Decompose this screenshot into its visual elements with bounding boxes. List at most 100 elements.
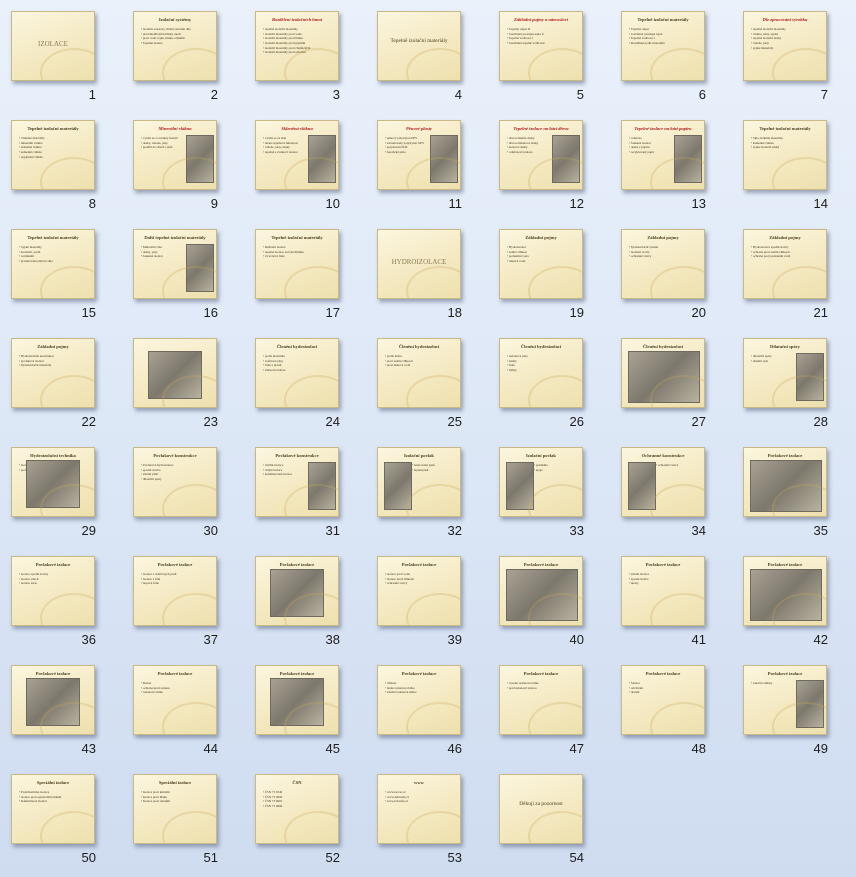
slide-thumbnail[interactable]: Dle zpracování výrobku tepelné izolační m…: [743, 11, 827, 81]
slide-bullets: dilatační spárytěsnění spár: [751, 354, 794, 363]
slide-thumbnail[interactable]: Tepelně izolační materiály Sklo-vláknité …: [743, 120, 827, 190]
slide-number: 14: [813, 196, 828, 211]
slide-thumbnail[interactable]: Povlakové izolace: [11, 665, 95, 735]
slide-thumbnail[interactable]: ČSN ČSN 73 0540ČSN 73 0600ČSN 73 0601ČSN …: [255, 774, 339, 844]
slide-picture: [384, 462, 412, 510]
slide-thumbnail[interactable]: Tepelně izolační materiály Reflexní izola…: [255, 229, 339, 299]
slide-bullet: recyklovaný papír: [629, 150, 672, 155]
slide-thumbnail[interactable]: Povlakové izolace vysoké radonové rizikop…: [499, 665, 583, 735]
slide-thumbnail[interactable]: Povlakové izolace Sanaceodvětránídrenáž: [621, 665, 705, 735]
slide-thumbnail[interactable]: Tepelně izolační materiály Sypké materiál…: [11, 229, 95, 299]
slide-bullet: střední radonové riziko: [385, 690, 455, 695]
slide-picture: [308, 135, 336, 183]
slide-thumbnail[interactable]: Děkuji za pozornost: [499, 774, 583, 844]
slide-thumbnail[interactable]: Tepelné izolace na bázi dřeva dřevovlákni…: [499, 120, 583, 190]
slide-thumbnail[interactable]: Členění hydroizolací Asfaltové pásynátěry…: [499, 338, 583, 408]
slide-thumbnail[interactable]: Povlakové konstrukce vnitřní izolacevnějš…: [255, 447, 339, 517]
slide-thumbnail[interactable]: Členění hydroizolací podle účeluproti zem…: [377, 338, 461, 408]
slide-title: Základní pojmy: [769, 235, 801, 240]
slide-thumbnail[interactable]: HYDROIZOLACE: [377, 229, 461, 299]
slide-thumbnail[interactable]: Základní pojmy Hydroizolační konstrukcepo…: [11, 338, 95, 408]
slide-number: 50: [81, 850, 96, 865]
slide-bullets: střešní izolacespodní stavbamosty: [629, 572, 699, 586]
slide-bullets: vysoké radonové rizikoprotiradonová izol…: [507, 681, 577, 690]
slide-number: 39: [447, 632, 462, 647]
slide-bullets: Tepelný odporsoučinitel prostupu teplaTe…: [629, 27, 699, 46]
slide-number: 16: [203, 305, 218, 320]
slide-thumbnail[interactable]: Tepelně izolační materiály Tepelný odpors…: [621, 11, 705, 81]
slide-title: HYDROIZOLACE: [391, 258, 447, 266]
slide-title: Členění hydroizolací: [642, 344, 684, 349]
slide-bullet: Rozdělení podle materiálu: [629, 41, 699, 46]
slide-bullets: Minerální vlnadesky, pásyfoukané izolace: [141, 245, 184, 259]
slide-thumbnail[interactable]: Další tepelné izolační materiály Mineráln…: [133, 229, 217, 299]
slide-cell: Izolační povlak natavování pásůlepení pás…: [366, 436, 474, 544]
slide-number: 29: [81, 523, 96, 538]
slide-thumbnail[interactable]: Ochranné konstrukce ochranná vrstva: [621, 447, 705, 517]
slide-number: 24: [325, 414, 340, 429]
slide-title: Speciální izolace: [36, 780, 70, 785]
slide-thumbnail[interactable]: Pěnové plasty pěnový polystyren EPSextrud…: [377, 120, 461, 190]
slide-thumbnail[interactable]: Povlakové izolace vlhkostnízké radonové r…: [377, 665, 461, 735]
slide-cell: Dilatační spáry dilatační spárytěsnění sp…: [732, 327, 840, 435]
slide-thumbnail[interactable]: Rozdělení izolačních hmot tepelně izolačn…: [255, 11, 339, 81]
slide-thumbnail[interactable]: Hydroizolační technikaizolacepodlahy: [11, 447, 95, 517]
slide-thumbnail[interactable]: Povlakové izolace izolace z asfaltových p…: [133, 556, 217, 626]
slide-number: 4: [454, 87, 462, 102]
slide-number: 30: [203, 523, 218, 538]
slide-cell: Rozdělení izolačních hmot tepelně izolačn…: [244, 0, 352, 108]
slide-thumbnail[interactable]: Speciální izolace Izolace proti kmitáníIz…: [133, 774, 217, 844]
slide-bullets: vyrábí se z taveniny hornindesky, rohože…: [141, 136, 184, 150]
slide-thumbnail[interactable]: Povlakové izolace: [743, 556, 827, 626]
slide-number: 27: [691, 414, 706, 429]
slide-cell: Minerální vlákna vyrábí se z taveniny hor…: [122, 109, 230, 217]
slide-thumbnail[interactable]: IZOLACE: [11, 11, 95, 81]
slide-thumbnail[interactable]: Skleněná vlákna vyrábí se ze sklanízká ob…: [255, 120, 339, 190]
slide-thumbnail[interactable]: Povlakové izolace: [255, 665, 339, 735]
slide-thumbnail[interactable]: Speciální izolace Protichemické izolaceiz…: [11, 774, 95, 844]
slide-thumbnail[interactable]: Povlakové izolace: [743, 447, 827, 517]
slide-picture: [270, 569, 324, 617]
slide-title: Členění hydroizolací: [276, 344, 318, 349]
slide-number: 41: [691, 632, 706, 647]
slide-thumbnail[interactable]: Povlakové izolace střešní izolacespodní s…: [621, 556, 705, 626]
slide-thumbnail[interactable]: Povlakové izolace izolace spodní stavbyiz…: [11, 556, 95, 626]
slide-thumbnail[interactable]: Povlakové izolace izolace proti voděizola…: [377, 556, 461, 626]
slide-bullets: tepelně izolační materiályizolační mater…: [263, 27, 333, 55]
slide-thumbnail[interactable]: Povlakové izolace Radonochrana proti rado…: [133, 665, 217, 735]
slide-number: 23: [203, 414, 218, 429]
slide-number: 51: [203, 850, 218, 865]
slide-thumbnail[interactable]: Povlakové konstrukce Povlaková hydroizola…: [133, 447, 217, 517]
slide-thumbnail[interactable]: Základní pojmy a názvosloví Tepelný odpor…: [499, 11, 583, 81]
slide-title: www: [414, 780, 424, 785]
slide-thumbnail[interactable]: Izolační povlak natavování pásůlepení pás…: [377, 447, 461, 517]
slide-thumbnail[interactable]: www www.isover.czwww.dektrade.czwww.tzb-i…: [377, 774, 461, 844]
slide-thumbnail[interactable]: Základní pojmy Hydroizolacezemní vlhkostp…: [499, 229, 583, 299]
slide-thumbnail[interactable]: [133, 338, 217, 408]
slide-thumbnail[interactable]: Dilatační spáry dilatační spárytěsnění sp…: [743, 338, 827, 408]
slide-title: Rozdělení izolačních hmot: [271, 17, 323, 22]
slide-bullets: Hydroizolační konstrukcepovlakové izolac…: [19, 354, 89, 368]
slide-thumbnail[interactable]: Členění hydroizolací podle materiáluasfal…: [255, 338, 339, 408]
slide-bullets: Vláknité materiályminerální vláknaskleně…: [19, 136, 89, 159]
slide-thumbnail[interactable]: Minerální vlákna vyrábí se z taveniny hor…: [133, 120, 217, 190]
slide-title: Povlakové izolace: [767, 453, 803, 458]
slide-picture: [506, 569, 578, 621]
slide-thumbnail[interactable]: Tepelně izolační materiály Vláknité mater…: [11, 120, 95, 190]
slide-thumbnail[interactable]: Tepelně izolační materiály: [377, 11, 461, 81]
slide-bullet: vyrábí se z taveniny hornin: [141, 136, 184, 141]
slide-thumbnail[interactable]: Základní pojmy hydroizolační systémizolač…: [621, 229, 705, 299]
slide-thumbnail[interactable]: Základní pojmy Hydroizolace spodní stavby…: [743, 229, 827, 299]
slide-thumbnail[interactable]: Tepelné izolace na bázi papíru celulózafo…: [621, 120, 705, 190]
slide-thumbnail[interactable]: Povlakové izolace sanační omítky: [743, 665, 827, 735]
slide-bullet: drenáž: [629, 690, 699, 695]
slide-title: Tepelně izolační materiály: [390, 38, 448, 44]
slide-number: 1: [88, 87, 96, 102]
slide-picture: [750, 569, 822, 621]
slide-thumbnail[interactable]: Povlakové izolace: [255, 556, 339, 626]
slide-thumbnail[interactable]: Povlakové izolace: [499, 556, 583, 626]
slide-thumbnail[interactable]: Izolační povlak pokládkaspoje: [499, 447, 583, 517]
slide-thumbnail[interactable]: Izolační systémy izolační soustavy chrání…: [133, 11, 217, 81]
slide-thumbnail[interactable]: Členění hydroizolací: [621, 338, 705, 408]
slide-cell: ČSN ČSN 73 0540ČSN 73 0600ČSN 73 0601ČSN …: [244, 763, 352, 871]
